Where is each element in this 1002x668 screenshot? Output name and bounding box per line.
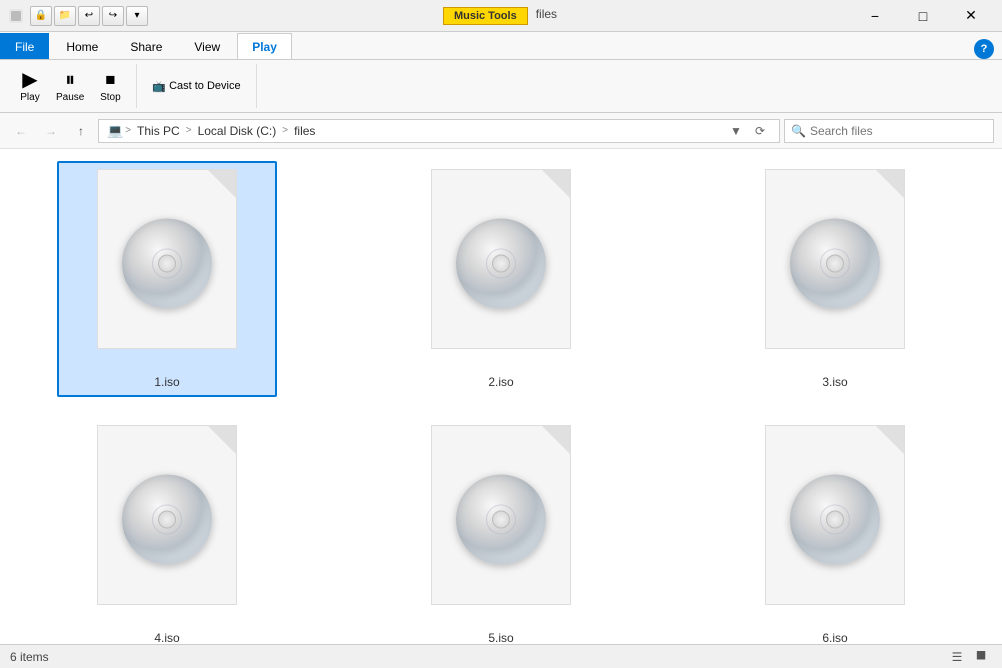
cd-disc-icon [790,219,880,309]
title-bar-left: 🔒 📁 ↩ ↪ ▾ [8,6,148,26]
view-buttons: ☰ ⯀ [946,648,992,666]
window-controls: − □ ✕ [852,0,994,32]
file-page-fold [208,170,236,198]
address-dropdown-btn[interactable]: ▼ [725,120,747,142]
details-view-btn[interactable]: ☰ [946,648,968,666]
pause-btn[interactable]: ⏸ Pause [50,66,90,107]
search-box[interactable]: 🔍 [784,119,994,143]
ribbon-cast-buttons: 📺Cast to Device [145,77,247,96]
file-item[interactable]: 5.iso [391,417,611,644]
search-input[interactable] [810,124,987,138]
path-current-folder[interactable]: files [290,123,319,139]
file-page [765,425,905,605]
file-icon-wrapper [87,169,247,369]
path-sep-1: > [125,125,131,136]
ribbon-play-buttons: ▶ Play ⏸ Pause ⏹ Stop [12,66,128,107]
tab-play[interactable]: Play [237,33,292,59]
tab-share[interactable]: Share [115,33,177,59]
ribbon-tabs: File Home Share View Play ? [0,32,1002,60]
address-refresh-btn[interactable]: ⟳ [749,120,771,142]
item-count: 6 items [10,650,49,664]
path-this-pc[interactable]: This PC [133,123,184,139]
file-page [97,169,237,349]
help-button[interactable]: ? [974,39,994,59]
forward-button[interactable]: → [38,119,64,143]
back-button[interactable]: ← [8,119,34,143]
file-page [97,425,237,605]
tab-home[interactable]: Home [51,33,113,59]
cd-center [158,255,176,273]
file-icon-wrapper [755,169,915,369]
file-name: 5.iso [488,631,513,644]
file-icon-wrapper [421,169,581,369]
file-grid: 1.iso 2.iso 3.iso [0,149,1002,644]
cd-disc-icon [456,219,546,309]
address-bar: ← → ↑ 💻 > This PC > Local Disk (C:) > fi… [0,113,1002,149]
file-icon-wrapper [87,425,247,625]
stop-btn[interactable]: ⏹ Stop [92,66,128,107]
cd-center [492,255,510,273]
file-name: 6.iso [822,631,847,644]
minimize-button[interactable]: − [852,0,898,32]
file-page-fold [208,426,236,454]
address-path[interactable]: 💻 > This PC > Local Disk (C:) > files ▼ … [98,119,780,143]
up-button[interactable]: ↑ [68,119,94,143]
cd-disc-icon [122,475,212,565]
file-page-fold [542,426,570,454]
file-item[interactable]: 3.iso [725,161,945,397]
file-icon-wrapper [421,425,581,625]
file-page-fold [542,170,570,198]
quick-access-toolbar: 🔒 📁 ↩ ↪ ▾ [30,6,148,26]
cd-center [492,511,510,529]
file-area: 1.iso 2.iso 3.iso [0,149,1002,644]
address-bar-icons: ▼ ⟳ [725,120,771,142]
file-item[interactable]: 2.iso [391,161,611,397]
status-bar: 6 items ☰ ⯀ [0,644,1002,668]
ribbon: File Home Share View Play ? ▶ Play ⏸ Pau… [0,32,1002,113]
file-page [765,169,905,349]
ribbon-group-play: ▶ Play ⏸ Pause ⏹ Stop [8,64,137,108]
file-page-fold [876,170,904,198]
cd-center [158,511,176,529]
ribbon-tab-active-label: Music Tools [443,7,528,25]
path-local-disk[interactable]: Local Disk (C:) [194,123,281,139]
path-sep-3: > [282,125,288,136]
cd-disc-icon [456,475,546,565]
app-icon [8,8,24,24]
file-name: 3.iso [822,375,847,389]
file-item[interactable]: 4.iso [57,417,277,644]
search-icon: 🔍 [791,124,806,138]
file-page [431,169,571,349]
tab-view[interactable]: View [179,33,235,59]
file-name: 1.iso [154,375,179,389]
close-button[interactable]: ✕ [948,0,994,32]
ribbon-command-bar: ▶ Play ⏸ Pause ⏹ Stop 📺Cast to Device [0,60,1002,112]
path-sep-2: > [186,125,192,136]
file-icon-wrapper [755,425,915,625]
cd-disc-icon [122,219,212,309]
tab-file[interactable]: File [0,33,49,59]
file-page [431,425,571,605]
cd-center [826,511,844,529]
file-item[interactable]: 6.iso [725,417,945,644]
new-folder-btn[interactable]: 📁 [54,6,76,26]
file-item[interactable]: 1.iso [57,161,277,397]
title-bar: 🔒 📁 ↩ ↪ ▾ Music Tools files − □ ✕ [0,0,1002,32]
play-btn[interactable]: ▶ Play [12,66,48,107]
maximize-button[interactable]: □ [900,0,946,32]
undo-btn[interactable]: ↩ [78,6,100,26]
cd-disc-icon [790,475,880,565]
file-page-fold [876,426,904,454]
cast-to-device-btn[interactable]: 📺Cast to Device [145,77,247,96]
customize-btn[interactable]: ▾ [126,6,148,26]
window-title: files [536,7,557,25]
ribbon-group-cast: 📺Cast to Device [141,64,256,108]
properties-btn[interactable]: 🔒 [30,6,52,26]
file-name: 4.iso [154,631,179,644]
file-name: 2.iso [488,375,513,389]
redo-btn[interactable]: ↪ [102,6,124,26]
cd-center [826,255,844,273]
large-icons-view-btn[interactable]: ⯀ [970,648,992,666]
title-bar-center: Music Tools files [152,7,848,25]
